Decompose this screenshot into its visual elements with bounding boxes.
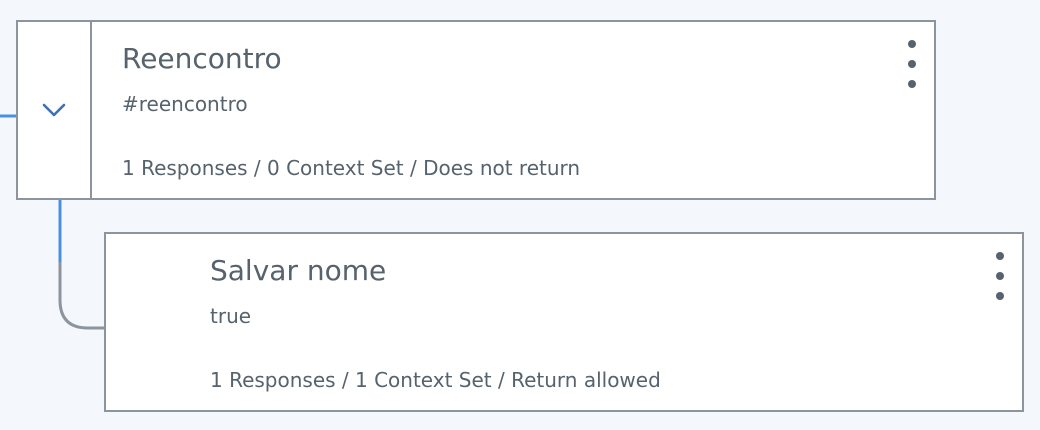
overflow-menu-icon[interactable]: [988, 252, 1012, 300]
node-summary: 1 Responses / 1 Context Set / Return all…: [210, 368, 661, 392]
expand-collapse-toggle[interactable]: [18, 22, 92, 198]
kebab-dot: [908, 80, 916, 88]
node-condition: true: [210, 304, 252, 328]
overflow-menu-icon[interactable]: [900, 40, 924, 88]
node-title: Reencontro: [122, 42, 282, 75]
kebab-dot: [996, 252, 1004, 260]
kebab-dot: [908, 40, 916, 48]
kebab-dot: [996, 292, 1004, 300]
node-title: Salvar nome: [210, 254, 387, 287]
dialog-node-salvar-nome[interactable]: Salvar nome true 1 Responses / 1 Context…: [104, 232, 1024, 412]
node-condition: #reencontro: [122, 92, 248, 116]
kebab-dot: [908, 60, 916, 68]
node-summary: 1 Responses / 0 Context Set / Does not r…: [122, 156, 581, 180]
child-connector-elbow: [58, 262, 106, 330]
dialog-node-reencontro[interactable]: Reencontro #reencontro 1 Responses / 0 C…: [16, 20, 936, 200]
chevron-down-icon: [42, 103, 66, 117]
kebab-dot: [996, 272, 1004, 280]
